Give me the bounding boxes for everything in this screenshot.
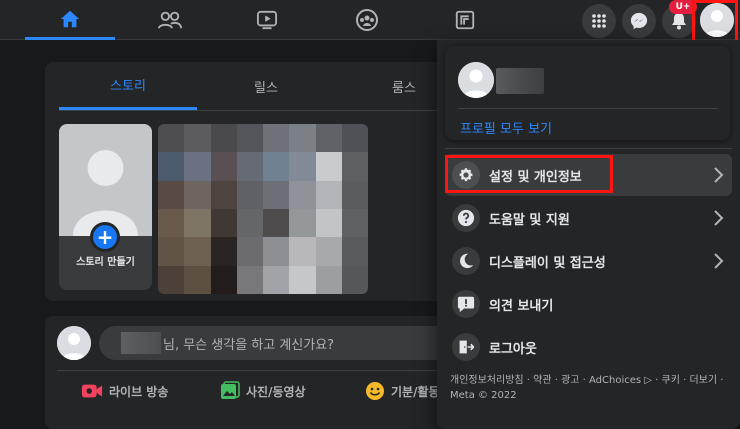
help-icon	[457, 209, 475, 227]
nav-tab-groups[interactable]	[322, 0, 412, 40]
tab-stories[interactable]: 스토리	[59, 62, 197, 110]
feedback-icon-wrap	[452, 290, 480, 318]
avatar	[57, 326, 91, 360]
photo-video-icon	[221, 381, 240, 399]
create-story-label: 스토리 만들기	[76, 257, 135, 268]
see-all-profiles-link[interactable]: 프로필 모두 보기	[460, 118, 552, 137]
gaming-icon	[455, 10, 475, 30]
menu-button[interactable]	[582, 4, 616, 38]
create-story-card[interactable]: + 스토리 만들기	[59, 124, 152, 290]
home-icon	[60, 10, 80, 27]
add-story-plus-icon[interactable]: +	[90, 222, 120, 252]
composer-placeholder: 님, 무슨 생각을 하고 계신가요?	[163, 337, 335, 353]
photo-video-button[interactable]: 사진/동영상	[220, 376, 306, 406]
blurred-story-thumbnails[interactable]	[158, 124, 368, 294]
friends-icon	[158, 11, 182, 29]
composer-avatar[interactable]	[57, 326, 91, 360]
menu-item-display-accessibility[interactable]: 디스플레이 및 접근성	[445, 240, 732, 282]
menu-label-feedback: 의견 보내기	[489, 298, 554, 314]
feedback-icon	[457, 296, 475, 313]
whats-on-your-mind-input[interactable]: 님, 무슨 생각을 하고 계신가요?	[99, 326, 459, 360]
menu-item-log-out[interactable]: 로그아웃	[445, 326, 732, 368]
blurred-profile-name	[496, 68, 544, 94]
chevron-right-icon	[714, 167, 724, 183]
moon-icon	[460, 253, 474, 269]
tab-reels[interactable]: 릴스	[197, 62, 335, 110]
watch-icon	[257, 10, 277, 30]
create-story-avatar	[59, 124, 152, 236]
composer-divider	[57, 370, 453, 371]
post-composer: 님, 무슨 생각을 하고 계신가요? 라이브 방송 사진/동영상 기분/활동	[45, 316, 465, 429]
nav-tab-gaming[interactable]	[420, 0, 510, 40]
highlight-box-settings	[445, 155, 613, 193]
menu-item-help-support[interactable]: 도움말 및 지원	[445, 197, 732, 239]
photo-video-label: 사진/동영상	[246, 384, 306, 399]
moon-icon-wrap	[452, 247, 480, 275]
chevron-right-icon	[714, 253, 724, 269]
feeling-icon	[366, 382, 384, 400]
nav-tab-watch[interactable]	[222, 0, 312, 40]
messenger-icon	[630, 12, 648, 30]
bell-icon	[672, 13, 686, 30]
help-icon-wrap	[452, 204, 480, 232]
live-video-icon	[81, 384, 103, 398]
footer-links[interactable]: 개인정보처리방침 · 약관 · 광고 · AdChoices ▷ · 쿠키 · …	[450, 373, 730, 403]
groups-icon	[356, 9, 378, 31]
feeling-label: 기분/활동	[391, 384, 440, 399]
profile-card[interactable]: 프로필 모두 보기	[445, 46, 730, 140]
live-video-button[interactable]: 라이브 방송	[81, 376, 168, 406]
logout-icon-wrap	[452, 333, 480, 361]
avatar	[458, 62, 494, 98]
logout-icon	[459, 340, 474, 354]
stories-card: 스토리 릴스 룸스 + 스토리 만들기	[45, 62, 465, 301]
menu-label-logout: 로그아웃	[489, 341, 537, 357]
live-video-label: 라이브 방송	[109, 384, 169, 399]
messenger-button[interactable]	[622, 4, 656, 38]
feeling-activity-button[interactable]: 기분/활동	[365, 376, 440, 406]
menu-label-display: 디스플레이 및 접근성	[489, 255, 606, 271]
chevron-right-icon	[714, 210, 724, 226]
blurred-name	[121, 332, 161, 354]
menu-label-help: 도움말 및 지원	[489, 212, 570, 228]
account-dropdown-menu: 프로필 모두 보기 설정 및 개인정보 도움말 및 지원 디스플레이 및 접근성…	[437, 40, 740, 429]
grid-menu-icon	[592, 14, 606, 28]
nav-tab-home[interactable]	[25, 0, 115, 40]
top-navigation-bar: U+	[0, 0, 740, 44]
profile-avatar	[458, 62, 494, 98]
menu-item-give-feedback[interactable]: 의견 보내기	[445, 283, 732, 325]
highlight-box-avatar	[692, 0, 738, 44]
profile-divider	[458, 108, 718, 109]
nav-tab-friends[interactable]	[125, 0, 215, 40]
tabs-divider	[59, 110, 451, 111]
menu-divider	[445, 148, 732, 149]
